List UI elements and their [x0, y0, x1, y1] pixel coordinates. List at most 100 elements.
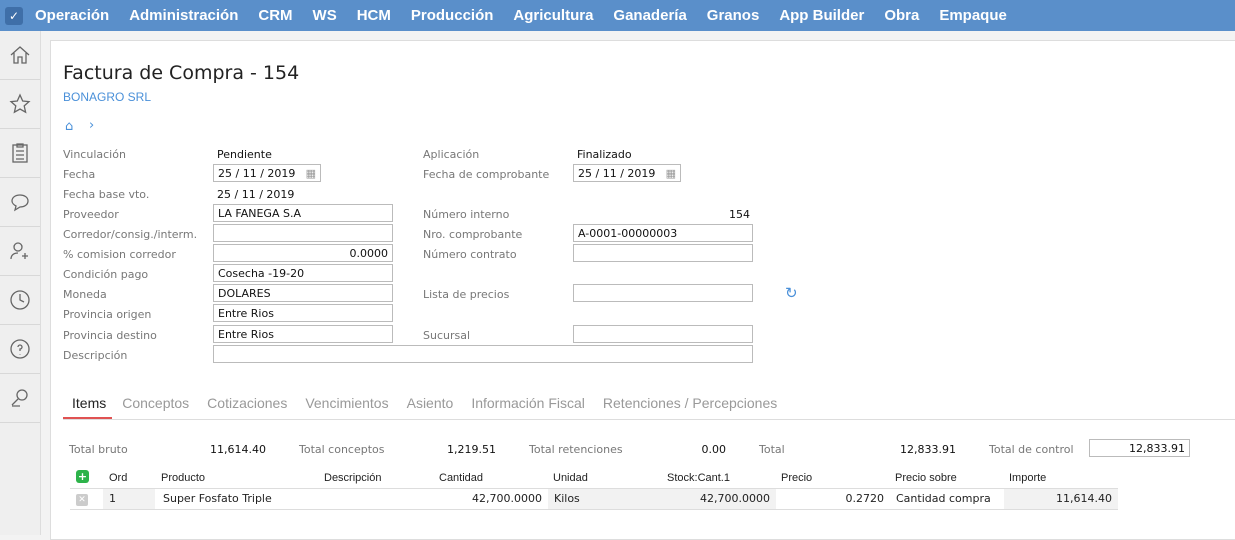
label-comision: % comision corredor: [63, 248, 176, 261]
provincia-origen-input[interactable]: Entre Rios: [213, 304, 393, 322]
label-condicion-pago: Condición pago: [63, 268, 149, 281]
label-provincia-origen: Provincia origen: [63, 308, 152, 321]
home-icon: [10, 46, 30, 64]
menu-crm[interactable]: CRM: [258, 7, 292, 24]
tab-vencimientos[interactable]: Vencimientos: [305, 393, 388, 419]
value-total-conceptos: 1,219.51: [447, 443, 496, 456]
menu-ws[interactable]: WS: [313, 7, 337, 24]
label-vinculacion: Vinculación: [63, 148, 126, 161]
label-fecha-comprobante: Fecha de comprobante: [423, 168, 550, 181]
tab-bar: Items Conceptos Cotizaciones Vencimiento…: [63, 393, 1235, 420]
col-ord: Ord: [109, 472, 128, 484]
label-moneda: Moneda: [63, 288, 107, 301]
tab-informacion-fiscal[interactable]: Información Fiscal: [471, 393, 585, 419]
tab-asiento[interactable]: Asiento: [407, 393, 454, 419]
fecha-input[interactable]: 25 / 11 / 2019 ▦: [213, 164, 321, 182]
value-total-retenciones: 0.00: [701, 443, 727, 456]
cell-importe: 11,614.40: [1004, 489, 1118, 509]
menu-agricultura[interactable]: Agricultura: [513, 7, 593, 24]
label-lista-precios: Lista de precios: [423, 288, 510, 301]
comision-input[interactable]: 0.0000: [213, 244, 393, 262]
menu-administracion[interactable]: Administración: [129, 7, 238, 24]
label-corredor: Corredor/consig./interm.: [63, 228, 198, 241]
menu-app-builder[interactable]: App Builder: [779, 7, 864, 24]
menu-produccion[interactable]: Producción: [411, 7, 494, 24]
value-vinculacion: Pendiente: [217, 148, 272, 161]
sidebar-add-user[interactable]: [0, 227, 40, 276]
clock-icon: [10, 290, 30, 310]
value-total-bruto: 11,614.40: [210, 443, 266, 456]
moneda-input[interactable]: DOLARES: [213, 284, 393, 302]
menu-granos[interactable]: Granos: [707, 7, 760, 24]
proveedor-input[interactable]: LA FANEGA S.A: [213, 204, 393, 222]
descripcion-input[interactable]: [213, 345, 753, 363]
cell-ord[interactable]: 1: [103, 489, 155, 509]
label-numero-contrato: Número contrato: [423, 248, 517, 261]
col-precio: Precio: [781, 472, 813, 484]
label-total-retenciones: Total retenciones: [529, 443, 623, 456]
sidebar-messages[interactable]: [0, 178, 40, 227]
star-icon: [9, 93, 31, 114]
sidebar-history[interactable]: [0, 276, 40, 325]
tag-icon[interactable]: ⌂: [65, 119, 73, 134]
cell-descripcion[interactable]: [320, 489, 434, 509]
lista-precios-input[interactable]: [573, 284, 753, 302]
sucursal-input[interactable]: [573, 325, 753, 343]
value-total: 12,833.91: [900, 443, 956, 456]
tab-retenciones[interactable]: Retenciones / Percepciones: [603, 393, 777, 419]
chat-icon: [11, 194, 29, 212]
label-numero-interno: Número interno: [423, 208, 510, 221]
help-icon: [10, 339, 30, 359]
label-nro-comprobante: Nro. comprobante: [423, 228, 523, 241]
menu-operacion[interactable]: Operación: [35, 7, 109, 24]
add-row-icon[interactable]: +: [76, 470, 89, 483]
menu-ganaderia[interactable]: Ganadería: [613, 7, 686, 24]
label-proveedor: Proveedor: [63, 208, 119, 221]
label-provincia-destino: Provincia destino: [63, 329, 157, 342]
fecha-value: 25 / 11 / 2019: [218, 167, 296, 180]
delete-row-icon[interactable]: ✕: [70, 489, 103, 509]
table-row: ✕ 1 Super Fosfato Triple 42,700.0000 Kil…: [70, 488, 1118, 510]
label-total: Total: [759, 443, 785, 456]
tab-items[interactable]: Items: [63, 393, 113, 419]
menu-empaque[interactable]: Empaque: [939, 7, 1007, 24]
sidebar-tasks[interactable]: [0, 129, 40, 178]
fecha-comprobante-value: 25 / 11 / 2019: [578, 167, 656, 180]
sidebar-favorites[interactable]: [0, 80, 40, 129]
calendar-icon[interactable]: ▦: [666, 166, 676, 181]
add-user-icon: [10, 242, 28, 260]
condicion-pago-input[interactable]: Cosecha -19-20: [213, 264, 393, 282]
label-sucursal: Sucursal: [423, 329, 471, 342]
sidebar-home[interactable]: [0, 31, 40, 80]
page-title: Factura de Compra - 154: [63, 62, 300, 84]
main-panel: Factura de Compra - 154 BONAGRO SRL ⌂ › …: [50, 40, 1235, 540]
tab-conceptos[interactable]: Conceptos: [122, 393, 189, 419]
menu-obra[interactable]: Obra: [884, 7, 919, 24]
calendar-icon[interactable]: ▦: [306, 166, 316, 181]
cell-cantidad[interactable]: 42,700.0000: [434, 489, 548, 509]
cell-producto[interactable]: Super Fosfato Triple: [157, 489, 320, 509]
cell-unidad[interactable]: Kilos: [548, 489, 662, 509]
nro-comprobante-input[interactable]: A-0001-00000003: [573, 224, 753, 242]
company-link[interactable]: BONAGRO SRL: [63, 90, 151, 104]
app-logo-icon[interactable]: ✓: [5, 6, 23, 25]
col-descripcion: Descripción: [324, 472, 382, 484]
total-control-input[interactable]: 12,833.91: [1089, 439, 1190, 457]
col-importe: Importe: [1009, 472, 1047, 484]
provincia-destino-input[interactable]: Entre Rios: [213, 325, 393, 343]
tab-cotizaciones[interactable]: Cotizaciones: [207, 393, 287, 419]
value-aplicacion: Finalizado: [577, 148, 632, 161]
fecha-comprobante-input[interactable]: 25 / 11 / 2019 ▦: [573, 164, 681, 182]
sidebar-search-user[interactable]: [0, 374, 40, 423]
corredor-input[interactable]: [213, 224, 393, 242]
cell-precio-sobre[interactable]: Cantidad compra: [890, 489, 1004, 509]
refresh-icon[interactable]: ↻: [785, 284, 798, 302]
chevron-right-icon[interactable]: ›: [89, 118, 94, 133]
cell-precio[interactable]: 0.2720: [776, 489, 890, 509]
label-descripcion: Descripción: [63, 349, 128, 362]
sidebar: [0, 31, 41, 535]
numero-contrato-input[interactable]: [573, 244, 753, 262]
menu-hcm[interactable]: HCM: [357, 7, 391, 24]
col-stock: Stock:Cant.1: [667, 472, 730, 484]
sidebar-help[interactable]: [0, 325, 40, 374]
